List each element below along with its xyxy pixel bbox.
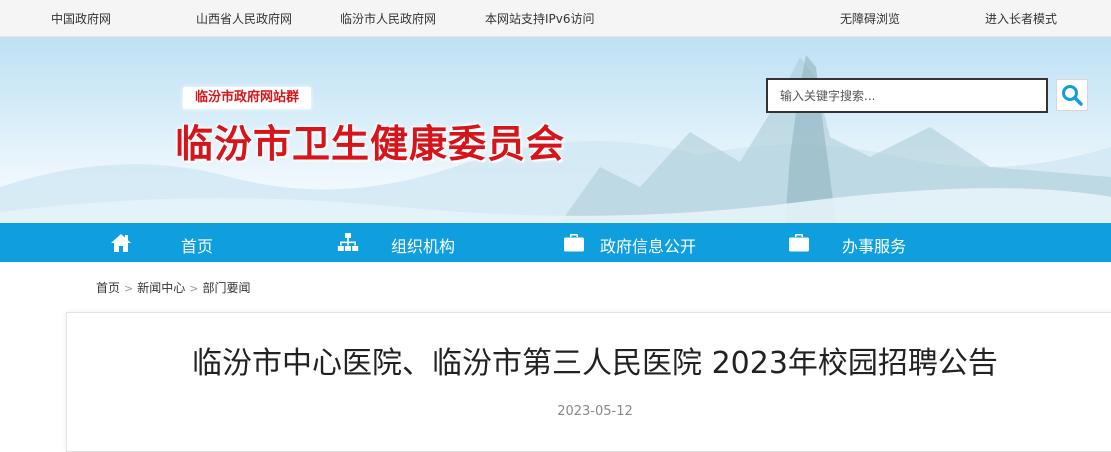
nav-item-label: 首页 <box>181 237 214 256</box>
main-nav: 首页 组织机构 政府信息公开 办事服务 <box>0 223 1111 262</box>
link-shanxi-gov[interactable]: 山西省人民政府网 <box>196 10 292 27</box>
breadcrumb-home[interactable]: 首页 <box>96 281 120 295</box>
breadcrumb-separator: > <box>189 282 199 295</box>
nav-item-label: 政府信息公开 <box>600 237 697 256</box>
nav-item-home[interactable]: 首页 <box>110 223 280 262</box>
site-group-badge[interactable]: 临汾市政府网站群 <box>183 87 312 109</box>
search-box <box>766 78 1048 113</box>
link-china-gov[interactable]: 中国政府网 <box>51 10 111 27</box>
nav-item-label: 组织机构 <box>391 237 456 256</box>
breadcrumb-news-center[interactable]: 新闻中心 <box>137 281 185 295</box>
elder-mode-link[interactable]: 进入长者模式 <box>985 10 1057 27</box>
top-utility-bar: 中国政府网 山西省人民政府网 临汾市人民政府网 本网站支持IPv6访问 无障碍浏… <box>0 0 1111 37</box>
nav-item-services[interactable]: 办事服务 <box>788 223 988 262</box>
accessibility-link[interactable]: 无障碍浏览 <box>840 10 900 27</box>
briefcase-icon <box>563 232 585 254</box>
nav-item-organization[interactable]: 组织机构 <box>337 223 537 262</box>
header-banner: 临汾市政府网站群 临汾市卫生健康委员会 <box>0 37 1111 223</box>
briefcase-icon <box>788 232 810 254</box>
site-title: 临汾市卫生健康委员会 <box>175 121 566 166</box>
breadcrumb: 首页 > 新闻中心 > 部门要闻 <box>96 279 250 296</box>
home-icon <box>110 232 132 254</box>
link-linfen-gov[interactable]: 临汾市人民政府网 <box>340 10 436 27</box>
nav-item-label: 办事服务 <box>842 237 907 256</box>
search-icon <box>1062 85 1083 106</box>
ipv6-support-link[interactable]: 本网站支持IPv6访问 <box>485 10 595 27</box>
breadcrumb-separator: > <box>124 282 134 295</box>
article-panel <box>66 312 1111 452</box>
nav-item-gov-info[interactable]: 政府信息公开 <box>563 223 763 262</box>
search-input[interactable] <box>768 80 1046 111</box>
org-chart-icon <box>337 232 359 254</box>
search-button[interactable] <box>1056 79 1088 111</box>
article-date: 2023-05-12 <box>557 404 633 419</box>
breadcrumb-dept-news[interactable]: 部门要闻 <box>202 281 250 295</box>
article-title: 临汾市中心医院、临汾市第三人民医院 2023年校园招聘公告 <box>192 346 998 381</box>
